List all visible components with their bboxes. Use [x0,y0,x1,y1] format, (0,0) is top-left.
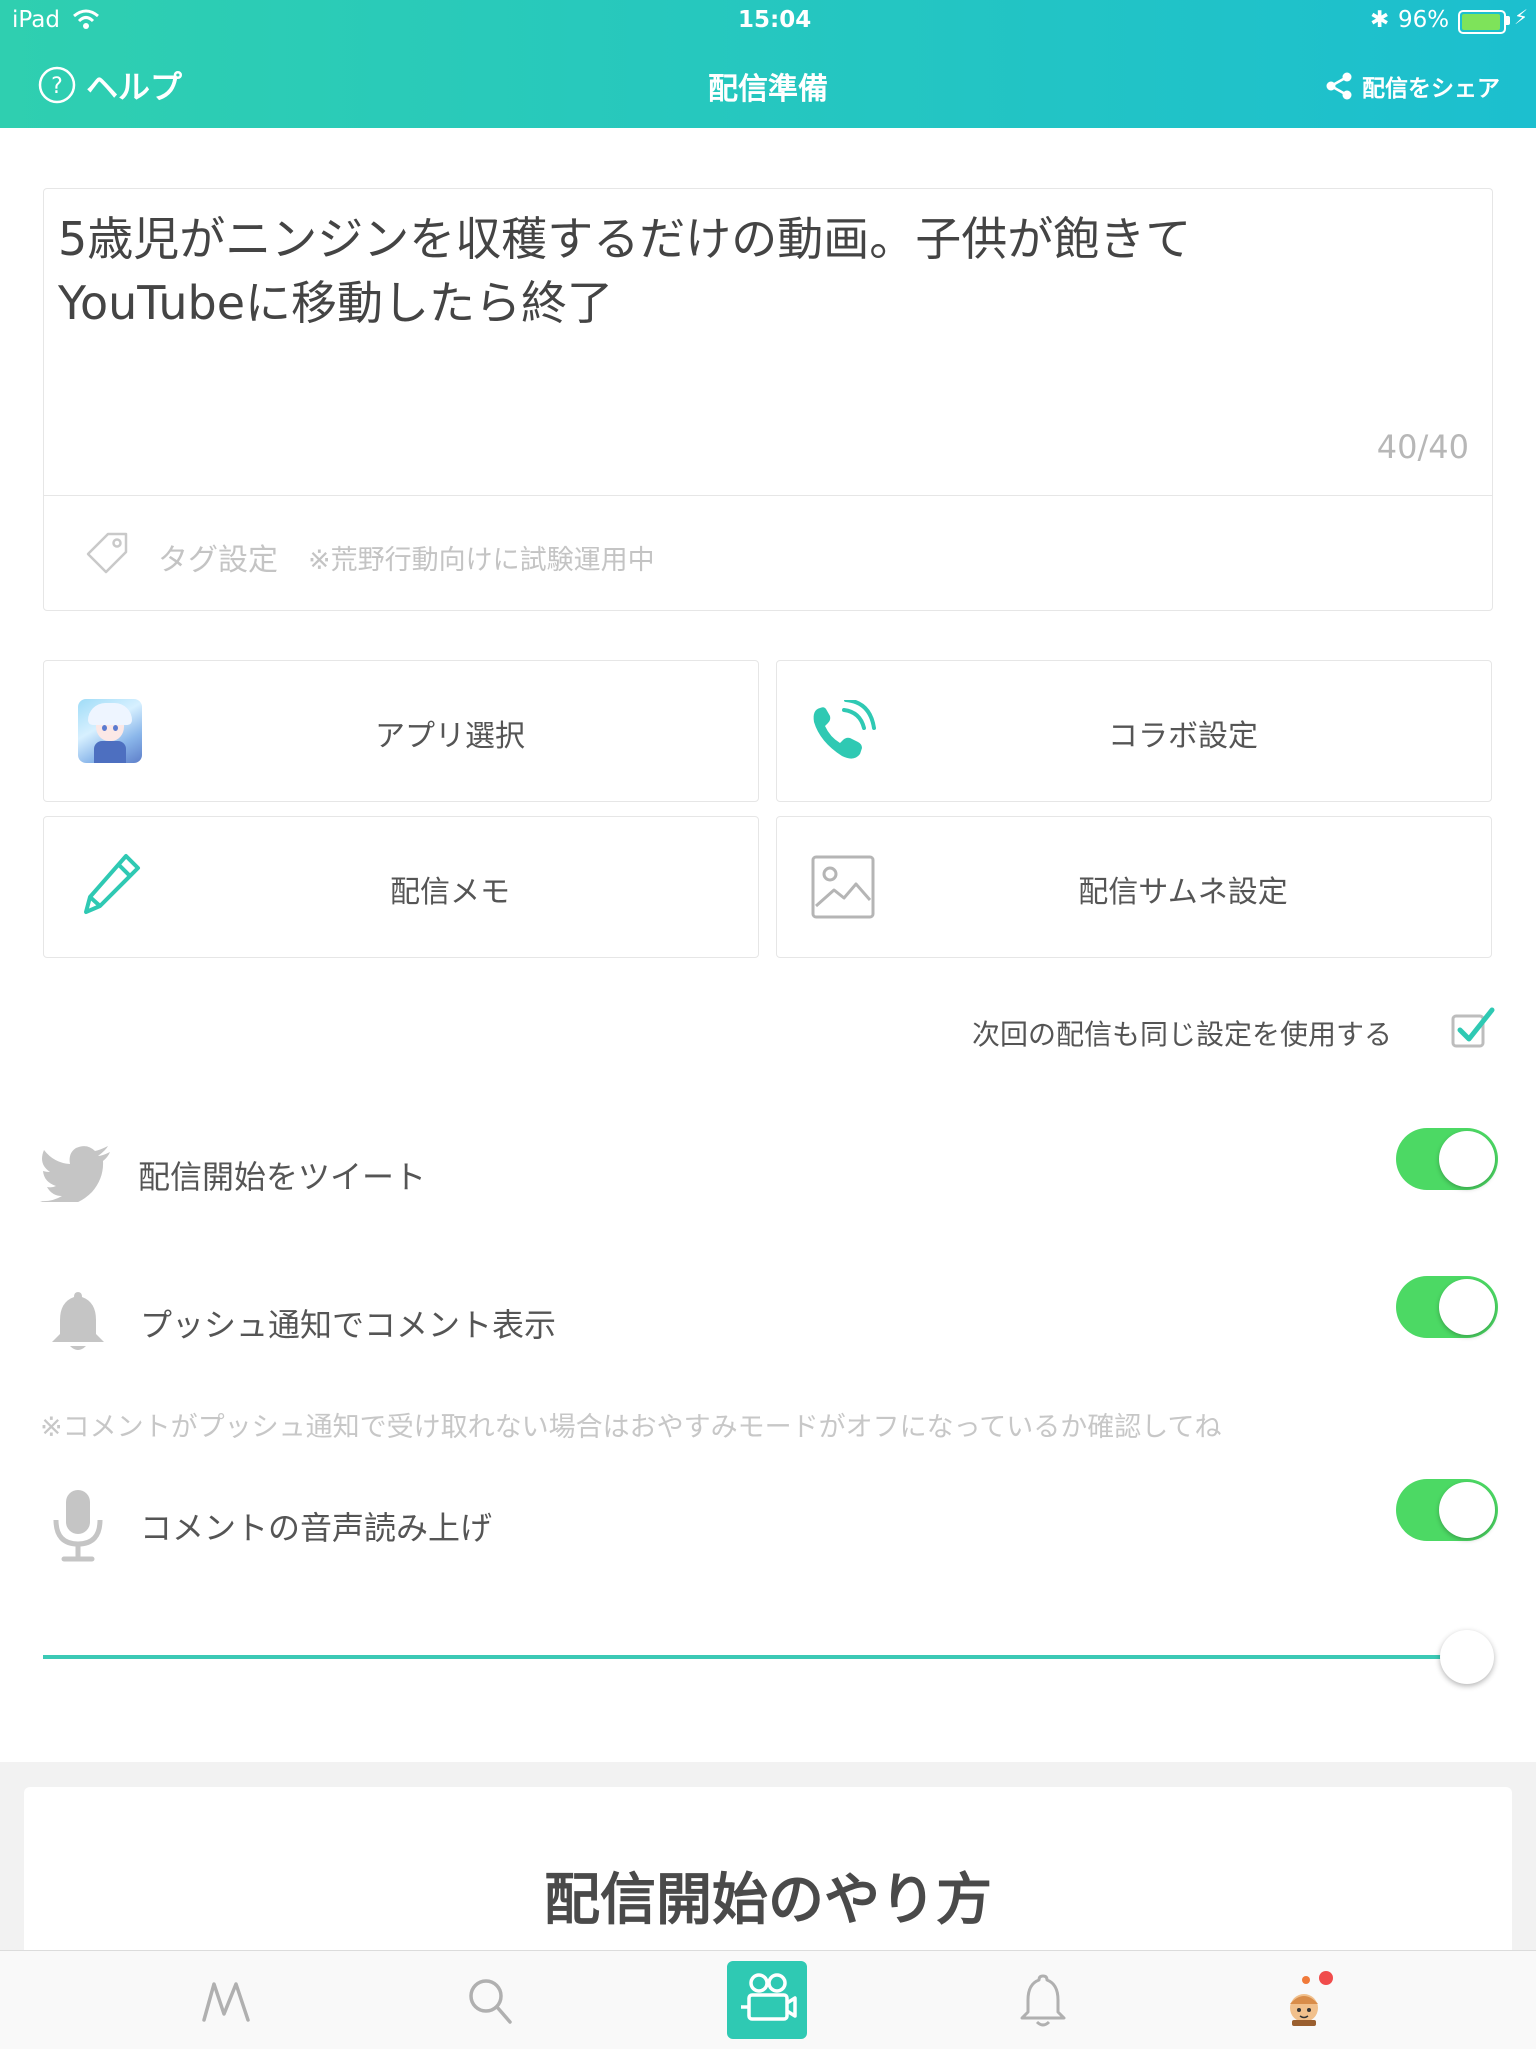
broadcast-camera-icon [741,1973,797,2021]
mirrativ-logo-icon[interactable] [200,1980,252,2024]
push-note: ※コメントがプッシュ通知で受け取れない場合はおやすみモードがオフになっているか確… [40,1412,1222,1443]
same-settings-checkbox[interactable] [1448,1004,1496,1052]
tag-icon [86,532,128,574]
stream-memo-label: 配信メモ [390,875,510,910]
battery-cap [1506,16,1510,25]
howto-title: 配信開始のやり方 [544,1868,992,1933]
battery-percent: 96% [1398,7,1450,33]
profile-avatar-icon[interactable] [1280,1968,1340,2028]
tag-settings-note: ※荒野行動向けに試験運用中 [308,545,655,576]
same-settings-label: 次回の配信も同じ設定を使用する [972,1018,1393,1051]
collab-settings-label: コラボ設定 [1108,719,1258,754]
notifications-bell-icon[interactable] [1018,1972,1068,2028]
push-comment-toggle[interactable] [1396,1276,1498,1338]
bell-icon [52,1292,104,1350]
wifi-icon [73,9,99,29]
phone-icon [813,700,876,759]
share-button[interactable]: 配信をシェア [1324,66,1500,106]
tweet-toggle[interactable] [1396,1128,1498,1190]
share-label: 配信をシェア [1362,76,1500,102]
search-icon[interactable] [466,1976,514,2026]
voice-readout-toggle-label: コメントの音声読み上げ [140,1509,493,1547]
title-textarea-value: 5歳児がニンジンを収穫するだけの動画。子供が飽きて YouTubeに移動したら終… [58,212,1192,330]
twitter-icon [40,1146,110,1202]
thumbnail-settings-label: 配信サムネ設定 [1078,875,1288,910]
char-counter: 40/40 [1376,428,1469,466]
push-comment-toggle-label: プッシュ通知でコメント表示 [140,1306,557,1344]
microphone-icon [53,1490,103,1562]
share-icon [1326,72,1352,100]
pencil-icon [84,854,140,914]
tweet-toggle-label: 配信開始をツイート [138,1158,427,1196]
battery-icon [1458,10,1506,34]
tab-broadcast[interactable] [727,1961,807,2039]
app-select-label: アプリ選択 [375,719,525,754]
clock: 15:04 [738,7,812,33]
image-icon [811,855,875,919]
volume-slider-track[interactable] [43,1655,1467,1659]
app-icon [78,699,142,763]
voice-readout-toggle[interactable] [1396,1479,1498,1541]
bluetooth-icon: ✱ [1370,7,1390,33]
tag-settings-label: タグ設定 [158,543,278,578]
volume-slider-thumb[interactable] [1440,1630,1494,1684]
notification-badge [1319,1971,1333,1985]
charging-icon: ⚡ [1514,5,1529,29]
page-title: 配信準備 [708,72,828,107]
device-label: iPad [12,7,60,33]
